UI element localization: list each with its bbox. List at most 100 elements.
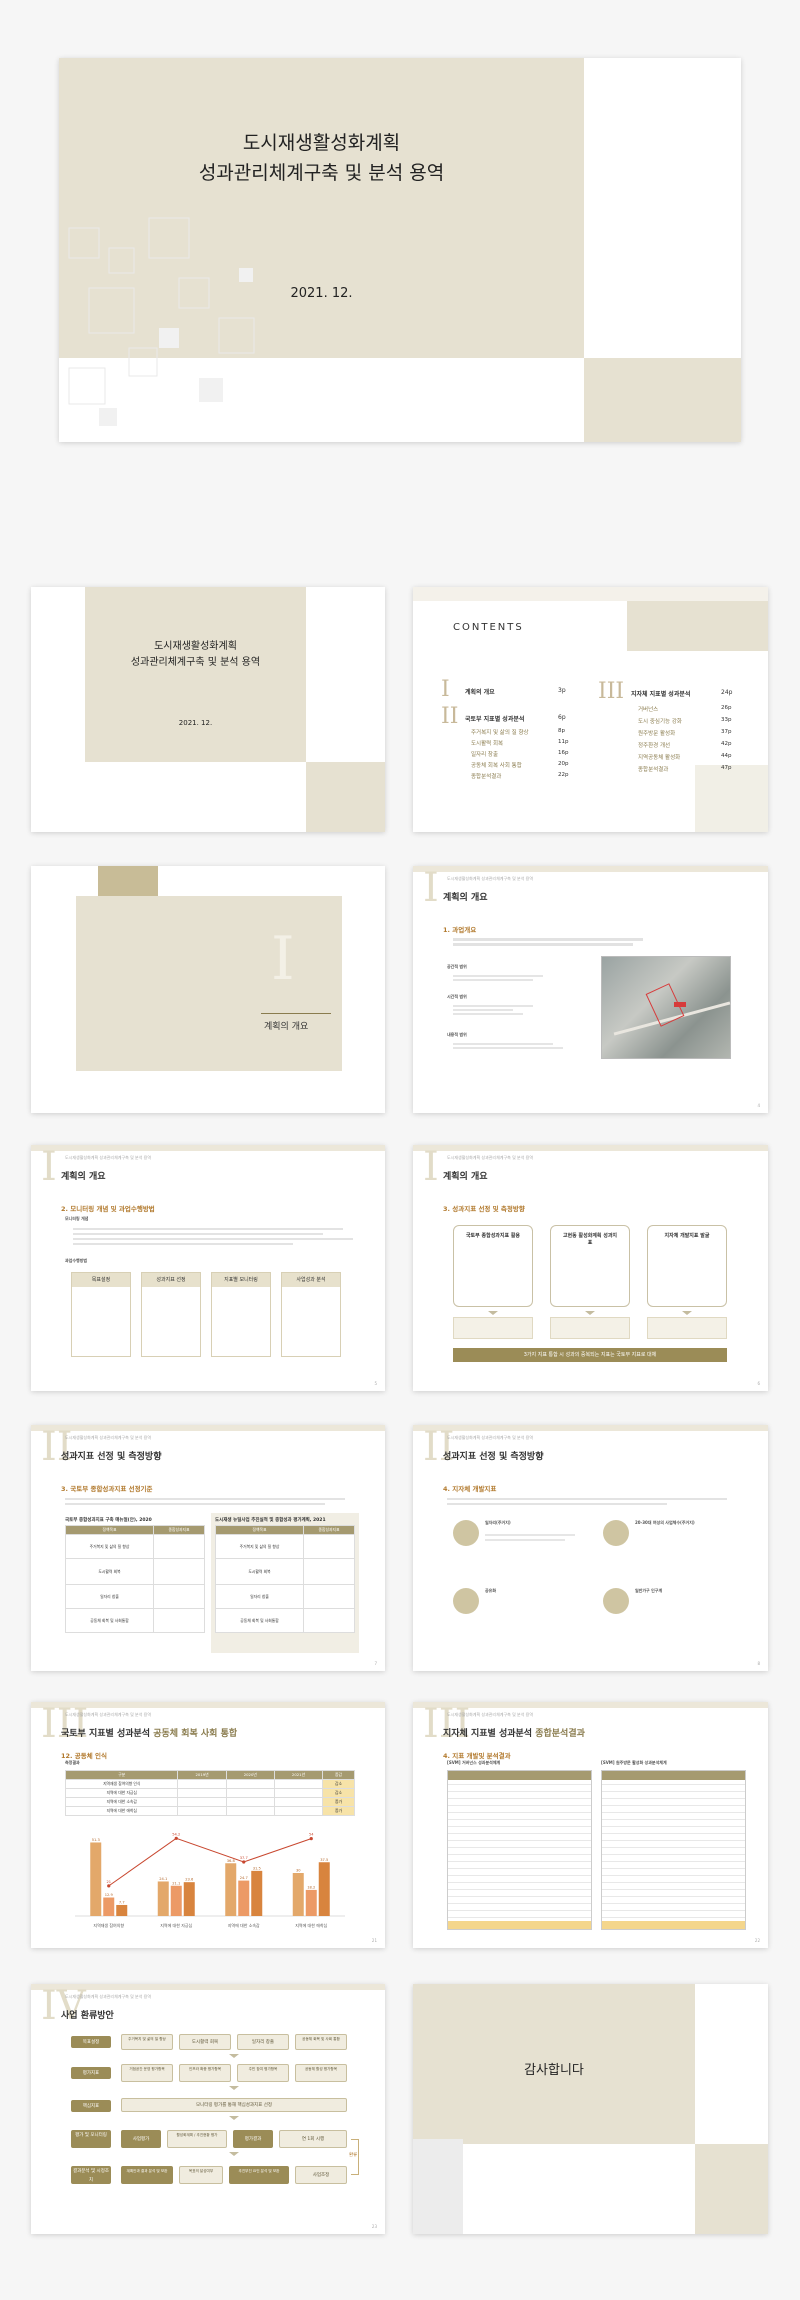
- selection-title: 성과지표 선정 및 측정방향: [61, 1452, 162, 1462]
- plan-row-4-box-4: 연 1회 시행: [279, 2130, 347, 2148]
- method-header: 도시재생활성화계획 성과관리체계구축 및 분석 용역: [65, 1155, 152, 1160]
- plan-row-4-box-3: 평가결과: [233, 2130, 273, 2148]
- plan-arrow-4: [229, 2152, 239, 2156]
- chart-data-label: 7.7: [119, 1900, 125, 1904]
- chart-line-point: [174, 1836, 178, 1840]
- overview-page-number: 4: [757, 1103, 760, 1108]
- contents-s3-item-4: 정주환경 개선: [638, 743, 671, 749]
- intro-header: 도시재생활성화계획 성과관리체계구축 및 분석 용역: [447, 1155, 534, 1160]
- local-page-number: 8: [757, 1661, 760, 1666]
- cover-title-line2: 성과관리체계구축 및 분석 용역: [198, 162, 445, 184]
- chart-bar: [157, 1881, 169, 1916]
- chart-bar: [116, 1904, 128, 1916]
- overview-top-stripe: [413, 866, 768, 872]
- plan-arrow-2: [229, 2086, 239, 2090]
- selection-right-caption: 도시재생 뉴딜사업 추진실적 및 종합성과 평가계획, 2021: [215, 1518, 326, 1523]
- community-row-3-label: 지역에 대한 소속감: [64, 1797, 179, 1807]
- community-title-accent: 공동체 회복 사회 통합: [153, 1729, 238, 1739]
- method-step-4: 사업성과 분석: [281, 1272, 341, 1357]
- plan-row-5-box-4: 사업조정: [295, 2166, 347, 2184]
- selection-right-row-4: 공동체 회복 및 사회통합: [215, 1608, 304, 1633]
- results-right-footer: [602, 1921, 745, 1929]
- method-slide: I 도시재생활성화계획 성과관리체계구축 및 분석 용역 계획의 개요 2. 모…: [31, 1145, 385, 1391]
- plan-row-5-box-1: 계획안과 결과 분석 및 보완: [121, 2166, 173, 2184]
- contents-s3-item-5: 지역공동체 활성화: [638, 755, 681, 761]
- intro-note-3: [647, 1317, 727, 1339]
- method-step-2-label: 성과지표 선정: [142, 1273, 200, 1287]
- divider-numeral: I: [271, 924, 295, 994]
- selection-right-row-3: 일자리 창출: [215, 1584, 304, 1609]
- contents-s3-item-2: 도시 중심기능 강화: [638, 719, 682, 725]
- local-header: 도시재생활성화계획 성과관리체계구축 및 분석 용역: [447, 1435, 534, 1440]
- cover-pattern: [68, 217, 255, 426]
- intro-arrow-2: [585, 1311, 595, 1315]
- contents-section-3: 지자체 지표별 성과분석: [631, 691, 691, 698]
- selection-left-row-3: 일자리 창출: [65, 1584, 154, 1609]
- community-page-number: 21: [371, 1938, 377, 1943]
- plan-feedback: 환류: [349, 2152, 358, 2158]
- method-step-1: 목표설정: [71, 1272, 131, 1357]
- chart-bar: [183, 1882, 195, 1916]
- selection-right-row-2: 도시활력 회복: [215, 1558, 304, 1585]
- contents-heading: CONTENTS: [453, 622, 524, 633]
- selection-section: 3. 국토부 종합성과지표 선정기준: [61, 1485, 153, 1493]
- contents-s2-item-3: 일자리 창출: [471, 752, 499, 758]
- overview-bullet-1-lines: [453, 973, 543, 983]
- contents-section-1-page: 3p: [558, 687, 566, 694]
- plan-row-5-box-3: 추진부진 요인 분석 및 보완: [229, 2166, 289, 2184]
- local-icon-3: [453, 1588, 479, 1614]
- plan-row-5-box-2: 목표의 달성여부: [179, 2166, 223, 2184]
- community-row-4-change: 증가: [322, 1806, 355, 1816]
- cover-title: 도시재생활성화계획 성과관리체계구축 및 분석 용역: [59, 128, 584, 188]
- small-cover-date: 2021. 12.: [178, 719, 213, 727]
- selection-left-row-2: 도시활력 회복: [65, 1558, 154, 1585]
- contents-s2-item-4: 공동체 회복 사회 통합: [471, 763, 522, 769]
- community-th-2: 2019년: [177, 1770, 227, 1780]
- chart-data-label: 31.5: [253, 1866, 261, 1870]
- divider-line: [261, 1013, 331, 1014]
- results-header: 도시재생활성화계획 성과관리체계구축 및 분석 용역: [447, 1712, 534, 1717]
- overview-map-image: [601, 956, 731, 1059]
- overview-title: 계획의 개요: [443, 893, 488, 903]
- local-icon-2: [603, 1520, 629, 1546]
- community-row-2-change: 감소: [322, 1788, 355, 1798]
- method-step-2: 성과지표 선정: [141, 1272, 201, 1357]
- selection-left-row-4: 공동체 회복 및 사회통합: [65, 1608, 154, 1633]
- contents-section-1: 계획의 개요: [465, 689, 495, 696]
- community-section: 12. 공동체 인식: [61, 1752, 107, 1760]
- intro-note-2: [550, 1317, 630, 1339]
- results-left-sub: [SVM] 거버넌스 성과분석체계: [447, 1760, 501, 1765]
- selection-lines: [65, 1495, 345, 1508]
- intro-title: 계획의 개요: [443, 1172, 488, 1182]
- method-sub2: 과업수행방법: [65, 1258, 88, 1263]
- results-title-main: 지자체 지표별 성과분석: [443, 1729, 533, 1739]
- chart-bar: [103, 1897, 115, 1916]
- thanks-slide: 감사합니다: [413, 1984, 768, 2234]
- contents-s2-item-5-page: 22p: [558, 772, 569, 778]
- local-icon-4: [603, 1588, 629, 1614]
- intro-card-2: 고현동 활성화계획 성과지표: [550, 1225, 630, 1307]
- overview-header: 도시재생활성화계획 성과관리체계구축 및 분석 용역: [447, 876, 534, 881]
- intro-banner: 3가지 지표 통합 시 성과의 중복되는 지표는 국토부 지표로 대체: [453, 1348, 727, 1362]
- cover-slide: 도시재생활성화계획 성과관리체계구축 및 분석 용역 2021. 12.: [59, 58, 741, 442]
- community-slide: III 도시재생활성화계획 성과관리체계구축 및 분석 용역 국토부 지표별 성…: [31, 1702, 385, 1948]
- chart-line-label: 54: [309, 1833, 314, 1837]
- chart-data-label: 24.1: [159, 1877, 167, 1881]
- method-step-3-label: 지표별 모니터링: [212, 1273, 270, 1287]
- intro-numeral: I: [423, 1145, 439, 1190]
- community-title-main: 국토부 지표별 성과분석: [61, 1729, 151, 1739]
- plan-header: 도시재생활성화계획 성과관리체계구축 및 분석 용역: [65, 1994, 152, 1999]
- results-title-accent: 종합분석결과: [535, 1729, 585, 1739]
- chart-bar: [225, 1863, 237, 1916]
- chart-line-point: [242, 1860, 246, 1864]
- community-th-4: 2021년: [273, 1770, 324, 1780]
- plan-page-number: 23: [371, 2224, 377, 2229]
- chart-data-label: 24.7: [240, 1876, 248, 1880]
- local-title: 성과지표 선정 및 측정방향: [443, 1452, 544, 1462]
- plan-row-2-label: 평가지표: [71, 2067, 111, 2079]
- chart-data-label: 21.1: [172, 1881, 180, 1885]
- community-table: 구분 2019년 2020년 2021년 증감 지역재생 참여의향 인식 감소 지…: [64, 1770, 355, 1816]
- overview-numeral: I: [423, 866, 439, 911]
- contents-s3-item-1-page: 26p: [721, 705, 732, 711]
- intro-card-1: 국토부 종합성과지표 활용: [453, 1225, 533, 1307]
